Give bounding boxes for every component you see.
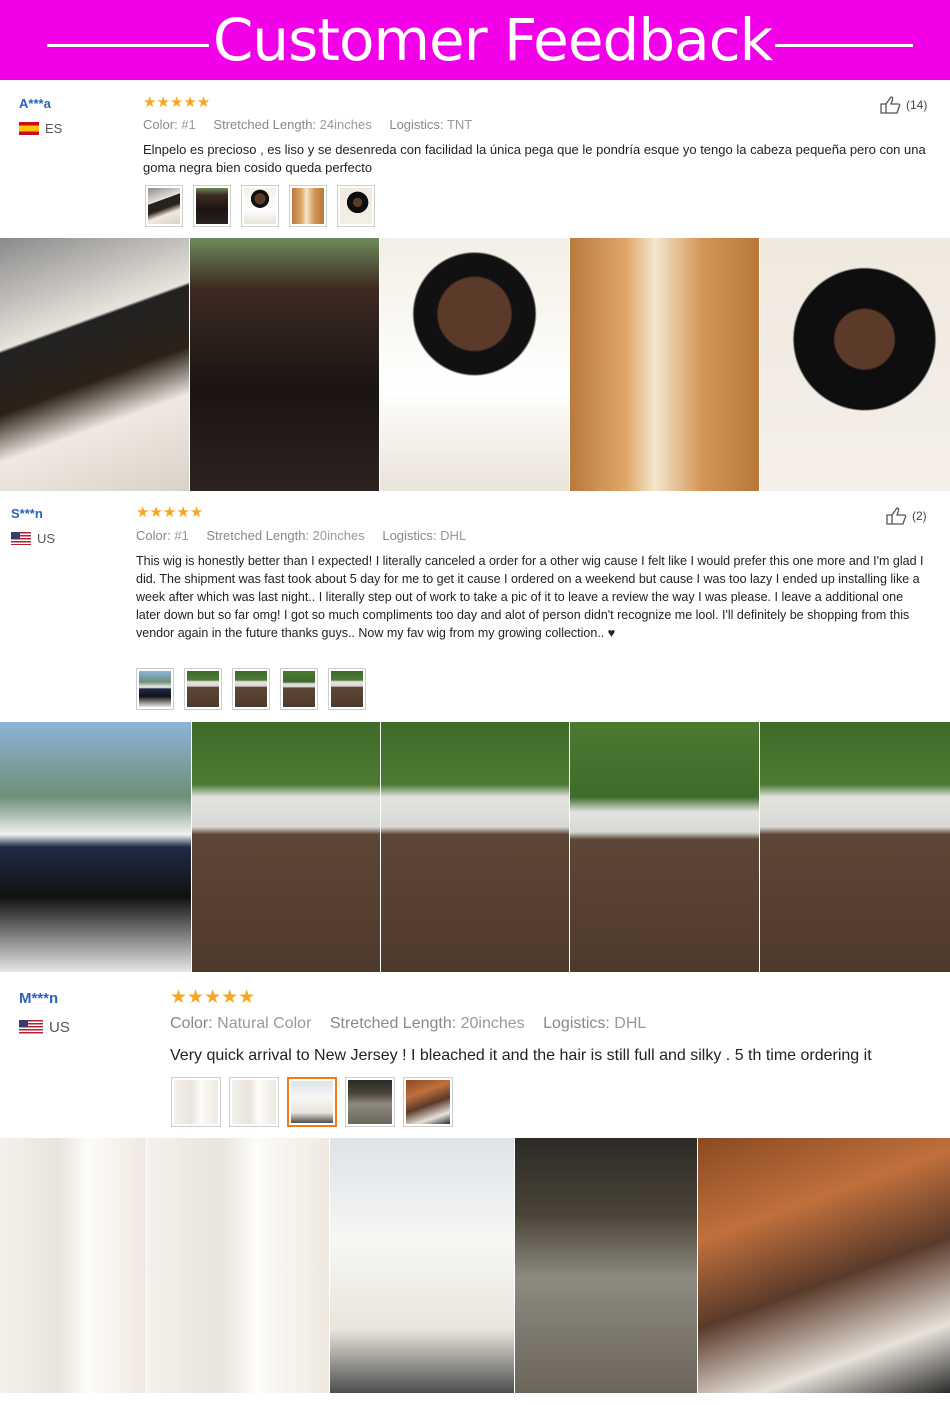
header-divider-right bbox=[775, 44, 913, 47]
length-value: 24inches bbox=[319, 117, 372, 132]
review-text: Elnpelo es precioso , es liso y se desen… bbox=[143, 142, 926, 175]
customer-photo[interactable] bbox=[760, 238, 950, 491]
country-code: ES bbox=[45, 121, 63, 136]
color-value: #1 bbox=[174, 528, 189, 543]
customer-photo[interactable] bbox=[380, 238, 570, 491]
review-thumbnail[interactable] bbox=[403, 1077, 453, 1127]
length-label: Stretched Length: bbox=[329, 1015, 457, 1032]
review-thumbnail[interactable] bbox=[337, 185, 375, 227]
helpful-button[interactable]: (14) bbox=[880, 96, 927, 114]
review-thumbnail[interactable] bbox=[184, 668, 222, 710]
review-thumbnail[interactable] bbox=[232, 668, 270, 710]
spain-flag-icon bbox=[19, 122, 39, 135]
review-2: S***n US ★★★★★ Color: #1 Stretched Lengt… bbox=[0, 500, 950, 720]
reviewer-country: US bbox=[19, 1019, 70, 1036]
length-label: Stretched Length: bbox=[206, 528, 310, 543]
helpful-button[interactable]: (2) bbox=[886, 507, 927, 525]
customer-photo[interactable] bbox=[570, 238, 760, 491]
review-thumbnail-selected[interactable] bbox=[287, 1077, 337, 1127]
reviewer-country: US bbox=[11, 531, 55, 546]
color-label: Color: bbox=[143, 117, 178, 132]
customer-photo[interactable] bbox=[698, 1138, 950, 1393]
customer-photo[interactable] bbox=[330, 1138, 515, 1393]
star-rating: ★★★★★ bbox=[143, 94, 211, 111]
logistics-value: TNT bbox=[446, 117, 473, 132]
thumbs-up-icon bbox=[886, 507, 907, 525]
review-3-photo-strip bbox=[0, 1138, 950, 1393]
customer-photo[interactable] bbox=[0, 238, 190, 491]
page-title: Customer Feedback bbox=[212, 6, 773, 74]
star-rating: ★★★★★ bbox=[136, 504, 204, 521]
star-rating: ★★★★★ bbox=[170, 987, 256, 1008]
review-thumbnails bbox=[145, 185, 375, 227]
review-thumbnail[interactable] bbox=[345, 1077, 395, 1127]
customer-photo[interactable] bbox=[147, 1138, 330, 1393]
likes-count: (2) bbox=[912, 509, 927, 523]
review-meta: Color: #1 Stretched Length: 20inches Log… bbox=[136, 528, 480, 543]
customer-photo[interactable] bbox=[515, 1138, 698, 1393]
review-thumbnail[interactable] bbox=[145, 185, 183, 227]
review-3: M***n US ★★★★★ Color: Natural Color Stre… bbox=[0, 982, 950, 1132]
logistics-value: DHL bbox=[440, 528, 467, 543]
customer-photo[interactable] bbox=[0, 722, 192, 972]
review-thumbnail[interactable] bbox=[229, 1077, 279, 1127]
customer-photo[interactable] bbox=[381, 722, 570, 972]
color-value: #1 bbox=[181, 117, 196, 132]
review-meta: Color: #1 Stretched Length: 24inches Log… bbox=[143, 117, 486, 132]
thumbs-up-icon bbox=[880, 96, 901, 114]
reviewer-name[interactable]: S***n bbox=[11, 506, 43, 521]
customer-photo[interactable] bbox=[570, 722, 760, 972]
color-value: Natural Color bbox=[217, 1015, 312, 1032]
length-label: Stretched Length: bbox=[213, 117, 317, 132]
reviewer-name[interactable]: A***a bbox=[19, 96, 51, 111]
review-1-photo-strip bbox=[0, 238, 950, 491]
review-meta: Color: Natural Color Stretched Length: 2… bbox=[170, 1015, 660, 1033]
color-label: Color: bbox=[170, 1015, 213, 1032]
likes-count: (14) bbox=[906, 98, 928, 112]
customer-photo[interactable] bbox=[192, 722, 381, 972]
length-value: 20inches bbox=[312, 528, 365, 543]
review-2-photo-strip bbox=[0, 722, 950, 972]
review-thumbnail[interactable] bbox=[280, 668, 318, 710]
customer-photo[interactable] bbox=[190, 238, 380, 491]
logistics-label: Logistics: bbox=[389, 117, 444, 132]
review-text: This wig is honestly better than I expec… bbox=[136, 554, 924, 640]
header-divider-left bbox=[47, 44, 209, 47]
country-code: US bbox=[49, 1019, 70, 1036]
review-thumbnails bbox=[171, 1077, 453, 1127]
length-value: 20inches bbox=[460, 1015, 525, 1032]
review-thumbnail[interactable] bbox=[193, 185, 231, 227]
country-code: US bbox=[37, 531, 56, 546]
logistics-value: DHL bbox=[614, 1015, 647, 1032]
usa-flag-icon bbox=[19, 1020, 43, 1035]
logistics-label: Logistics: bbox=[543, 1015, 610, 1032]
color-label: Color: bbox=[136, 528, 171, 543]
reviewer-name[interactable]: M***n bbox=[19, 990, 58, 1007]
review-text: Very quick arrival to New Jersey ! I ble… bbox=[170, 1047, 872, 1064]
review-thumbnails bbox=[136, 668, 366, 710]
feedback-header: Customer Feedback bbox=[0, 0, 950, 80]
review-thumbnail[interactable] bbox=[328, 668, 366, 710]
usa-flag-icon bbox=[11, 532, 31, 545]
logistics-label: Logistics: bbox=[382, 528, 437, 543]
review-thumbnail[interactable] bbox=[136, 668, 174, 710]
customer-photo[interactable] bbox=[760, 722, 950, 972]
review-thumbnail[interactable] bbox=[171, 1077, 221, 1127]
review-thumbnail[interactable] bbox=[289, 185, 327, 227]
review-thumbnail[interactable] bbox=[241, 185, 279, 227]
reviewer-country: ES bbox=[19, 121, 62, 136]
customer-photo[interactable] bbox=[0, 1138, 147, 1393]
